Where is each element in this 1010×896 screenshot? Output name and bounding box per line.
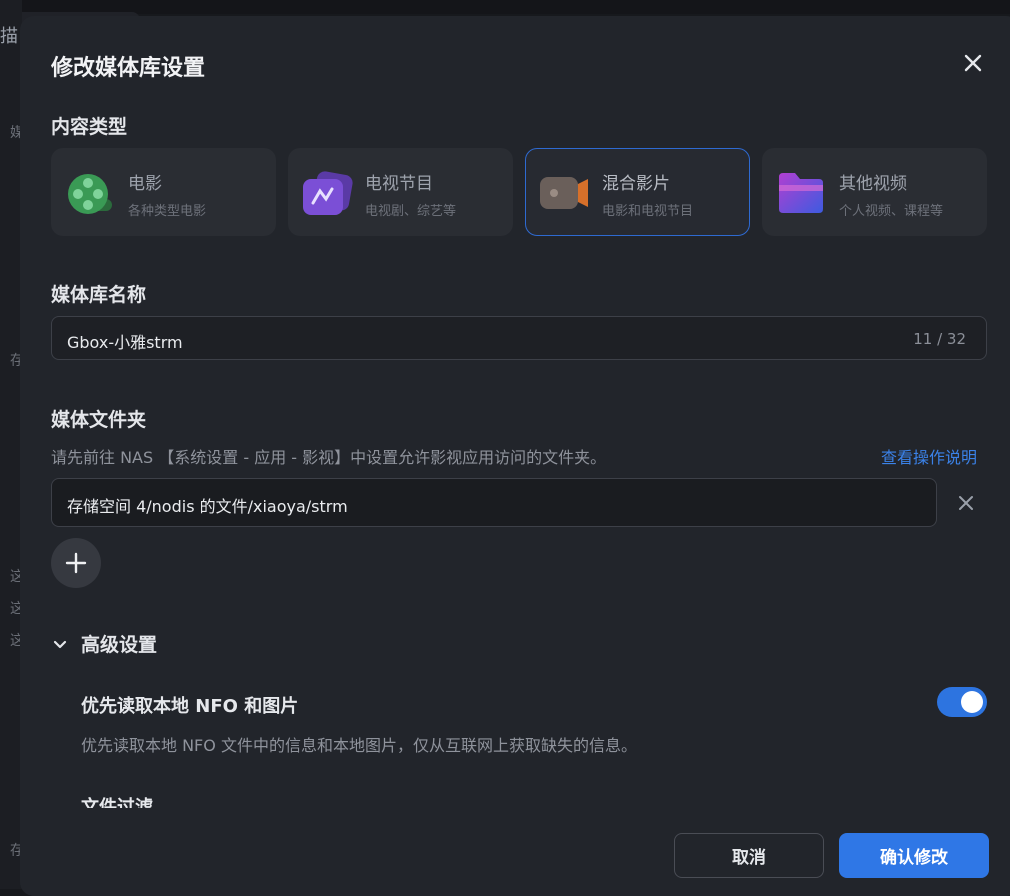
content-type-desc: 电影和电视节目 [602, 204, 694, 219]
content-type-name: 电影 [128, 174, 162, 194]
content-type-movie[interactable]: 电影 各种类型电影 [51, 148, 276, 236]
advanced-settings-label: 高级设置 [81, 634, 158, 656]
character-counter: 11 / 32 [913, 330, 966, 348]
content-type-mixed[interactable]: 混合影片 电影和电视节目 [525, 148, 750, 236]
prefer-local-desc: 优先读取本地 NFO 文件中的信息和本地图片，仅从互联网上获取缺失的信息。 [81, 736, 637, 755]
tv-icon [303, 171, 353, 215]
content-type-desc: 个人视频、课程等 [839, 204, 944, 219]
folder-icon [779, 173, 823, 213]
folder-path-field[interactable]: 存储空间 4/nodis 的文件/xiaoya/strm [51, 478, 937, 527]
content-type-options: 电影 各种类型电影 电视节目 电视剧、综艺等 混合影片 电影和电视节目 其他视频… [51, 148, 987, 236]
dialog-title: 修改媒体库设置 [51, 56, 206, 81]
content-type-tv[interactable]: 电视节目 电视剧、综艺等 [288, 148, 513, 236]
remove-folder-button[interactable] [952, 489, 980, 517]
advanced-settings-toggle[interactable]: 高级设置 [51, 630, 157, 657]
media-folder-label: 媒体文件夹 [51, 409, 147, 431]
content-type-name: 混合影片 [602, 174, 670, 194]
plus-icon [65, 552, 87, 574]
background-top-bar [0, 0, 1010, 14]
film-reel-icon [68, 174, 112, 214]
folder-path-value: 存储空间 4/nodis 的文件/xiaoya/strm [67, 497, 348, 516]
content-type-desc: 电视剧、综艺等 [365, 204, 457, 219]
close-icon [964, 54, 982, 72]
media-folder-hint: 请先前往 NAS 【系统设置 - 应用 - 影视】中设置允许影视应用访问的文件夹… [51, 448, 607, 467]
library-name-input[interactable]: Gbox-小雅strm 11 / 32 [51, 316, 987, 360]
content-type-name: 电视节目 [365, 174, 433, 194]
prefer-local-switch[interactable] [937, 687, 987, 717]
library-name-label: 媒体库名称 [51, 284, 147, 306]
close-icon [959, 496, 973, 510]
confirm-button[interactable]: 确认修改 [839, 833, 989, 878]
library-settings-dialog: 修改媒体库设置 内容类型 电影 各种类型电影 电视节目 电视剧、综艺等 混合影片… [20, 16, 1010, 896]
prefer-local-title: 优先读取本地 NFO 和图片 [81, 696, 299, 717]
content-type-label: 内容类型 [51, 116, 128, 138]
file-filter-title: 文件过滤 [81, 797, 153, 808]
chevron-down-icon [53, 640, 67, 648]
content-type-desc: 各种类型电影 [128, 204, 207, 219]
library-name-value[interactable]: Gbox-小雅strm [67, 329, 183, 353]
content-type-other[interactable]: 其他视频 个人视频、课程等 [762, 148, 987, 236]
close-button[interactable] [958, 48, 988, 78]
cancel-button[interactable]: 取消 [674, 833, 824, 878]
background-tab-label: 描 [0, 26, 18, 47]
switch-knob [961, 691, 983, 713]
help-link[interactable]: 查看操作说明 [881, 444, 977, 468]
video-camera-icon [540, 177, 588, 209]
add-folder-button[interactable] [51, 538, 101, 588]
content-type-name: 其他视频 [839, 174, 907, 194]
